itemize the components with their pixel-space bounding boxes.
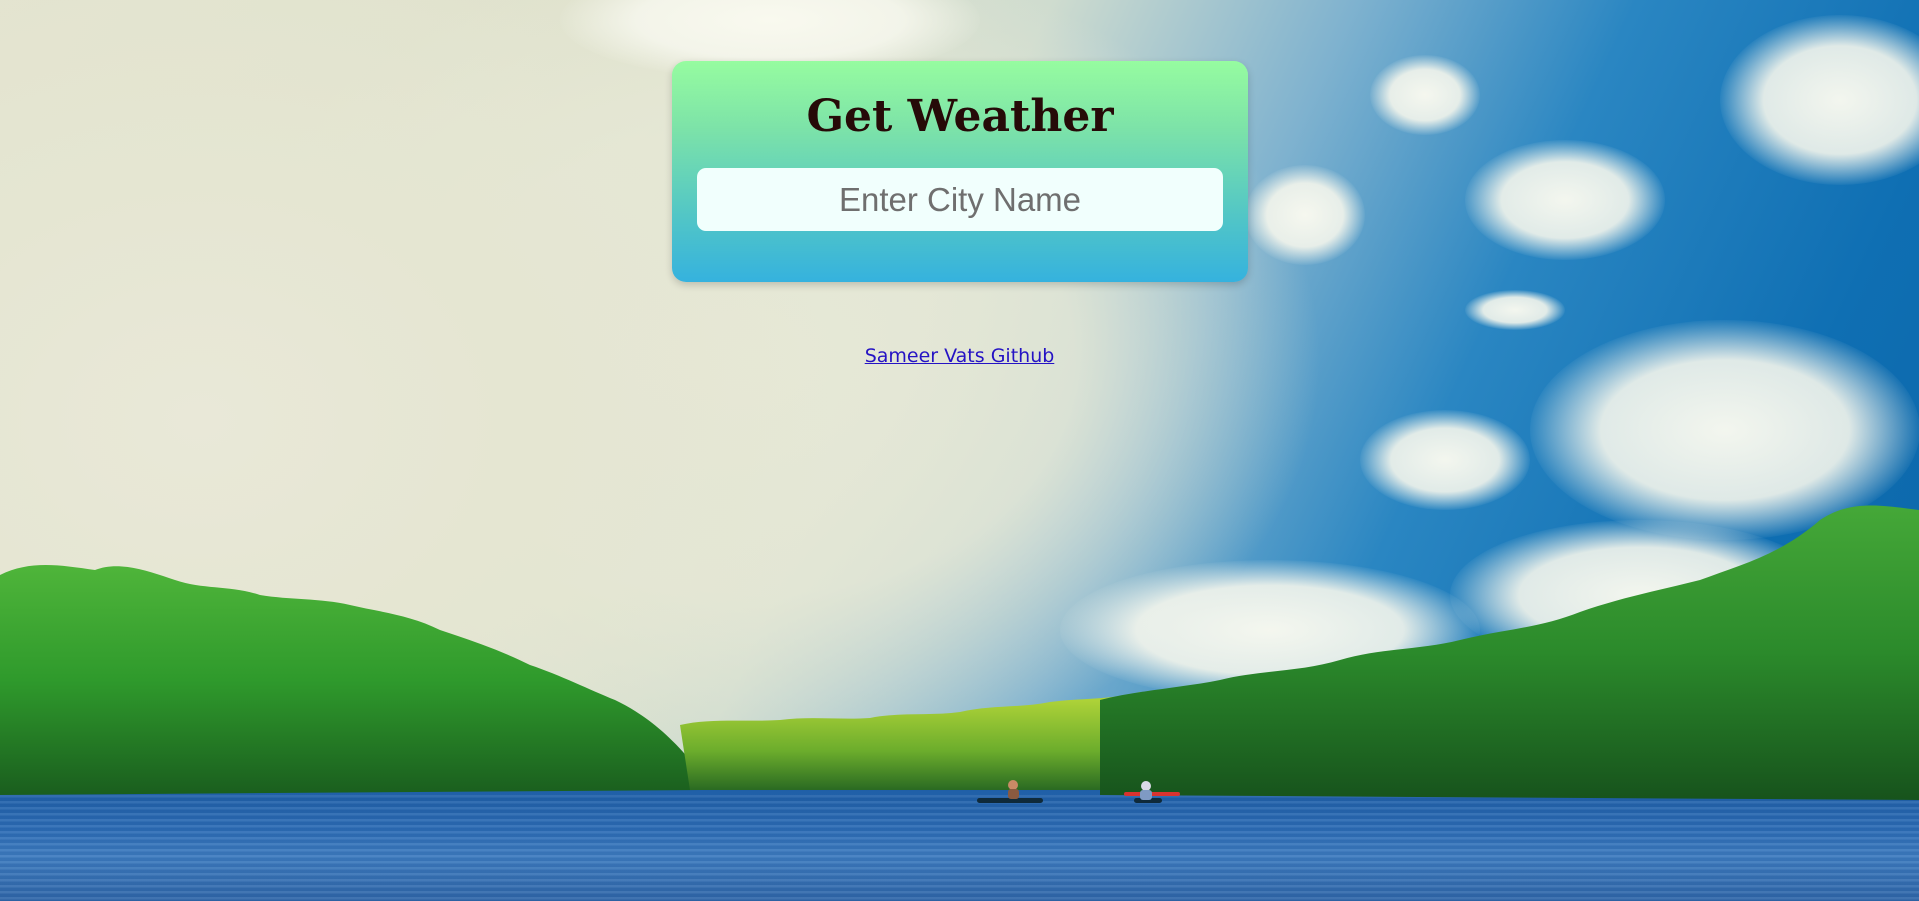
center-forest — [680, 692, 1160, 790]
left-forest — [0, 565, 700, 795]
city-search-input[interactable] — [697, 168, 1223, 231]
weather-search-card: Get Weather — [672, 61, 1248, 282]
page-title: Get Weather — [806, 91, 1114, 142]
github-link[interactable]: Sameer Vats Github — [865, 345, 1055, 367]
right-forest — [1100, 505, 1919, 800]
github-link-container: Sameer Vats Github — [0, 343, 1919, 369]
